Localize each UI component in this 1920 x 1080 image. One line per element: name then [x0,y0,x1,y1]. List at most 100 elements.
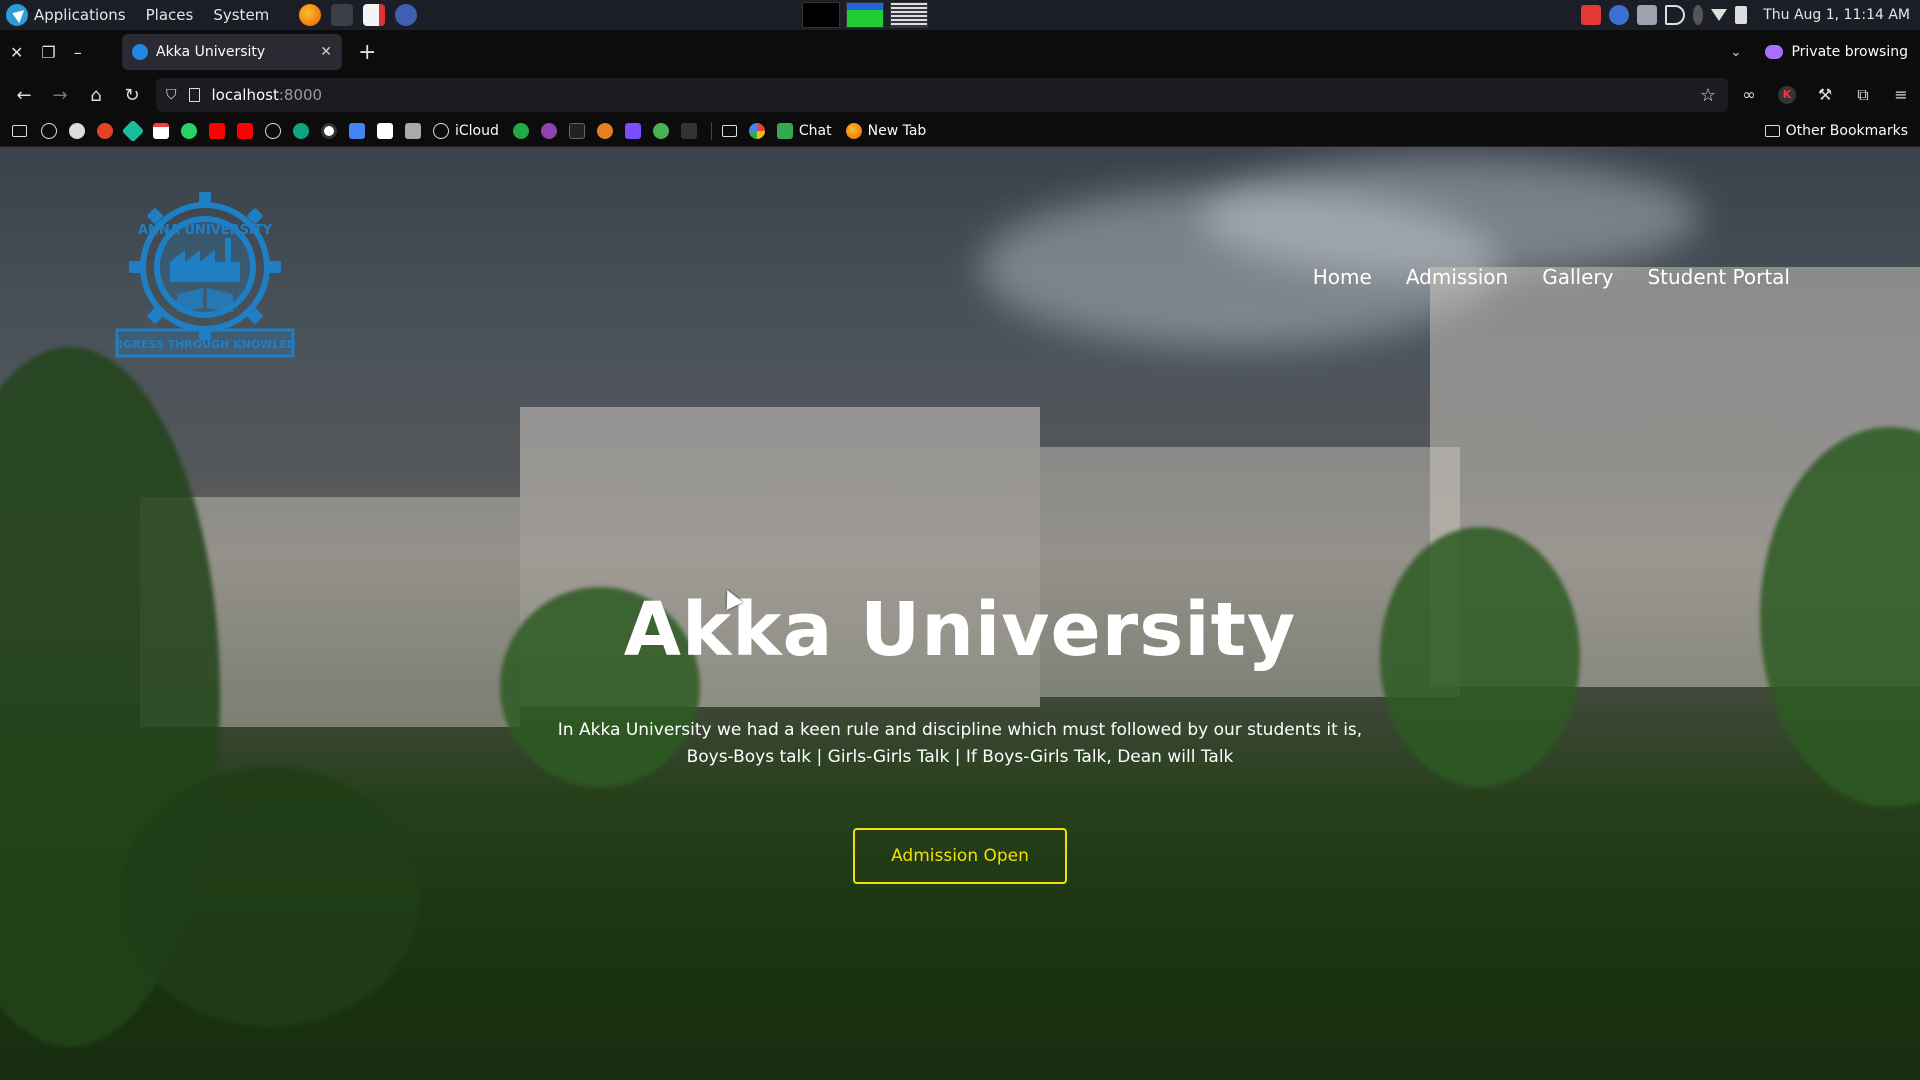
tracking-shield-icon[interactable]: ⛉ [166,87,177,103]
workspace-switcher[interactable] [802,2,928,28]
bluetooth-icon[interactable] [1693,5,1704,25]
bookmark-page-icon[interactable] [405,123,421,139]
bookmark-github-icon[interactable] [69,123,85,139]
url-host: localhost [211,86,279,104]
webpage-hero: ANNA UNIVERSITY PROGRESS THROUGH KNOWLED… [0,147,1920,1080]
bookmark-chat-label: Chat [798,123,832,139]
bookmark-purple-icon[interactable] [540,123,557,139]
firefox-launcher-icon[interactable] [299,4,322,26]
hero-subtitle: In Akka University we had a keen rule an… [0,717,1920,771]
other-bookmarks[interactable]: Other Bookmarks [1764,123,1908,139]
bg-palm [120,767,420,1027]
bookmark-folder-icon[interactable] [12,125,27,137]
workspace-2[interactable] [846,2,884,28]
bookmark-youtube-icon[interactable] [209,123,225,139]
applications-label: Applications [34,6,126,24]
bookmark-list-icon[interactable] [624,123,641,139]
nav-home-link[interactable]: Home [1313,265,1372,289]
private-browsing-indicator: Private browsing [1765,44,1908,60]
icloud-globe-icon [433,123,449,139]
admission-open-button[interactable]: Admission Open [853,828,1067,884]
reload-icon[interactable]: ↻ [114,85,150,106]
bookmark-openai-icon[interactable] [321,123,337,139]
university-logo[interactable]: ANNA UNIVERSITY PROGRESS THROUGH KNOWLED… [115,182,295,362]
extension-k-icon[interactable]: K [1778,86,1796,104]
hero-subtitle-line-2: Boys-Boys talk | Girls-Girls Talk | If B… [686,747,1234,767]
bookmark-icloud-label: iCloud [455,123,499,139]
logo-bottom-text: PROGRESS THROUGH KNOWLEDGE [115,338,295,351]
url-bar[interactable]: ⛉ localhost:8000 ☆ [156,78,1728,112]
close-window-icon[interactable]: ✕ [10,43,23,62]
bookmark-separator [710,122,712,140]
chat-icon [776,123,793,139]
back-icon[interactable]: ← [6,85,42,106]
battery-icon[interactable] [1735,6,1748,24]
nav-student-portal-link[interactable]: Student Portal [1647,265,1790,289]
bookmark-folder2-icon[interactable] [721,125,737,137]
nav-admission-link[interactable]: Admission [1406,265,1508,289]
bookmark-icloud[interactable]: iCloud [433,123,499,139]
bookmark-google-icon[interactable] [748,123,765,139]
private-mask-icon [1765,45,1784,59]
workspace-3[interactable] [890,2,928,28]
terminal-launcher-icon[interactable] [331,4,354,26]
window-controls: ✕ ❐ – [0,43,122,62]
site-nav: Home Admission Gallery Student Portal [1313,265,1790,289]
bookmark-play-icon[interactable] [680,123,697,139]
new-tab-icon[interactable]: + [358,40,376,65]
bookmark-plus-icon[interactable] [377,123,393,139]
other-bookmarks-folder-icon [1764,125,1780,137]
volume-icon[interactable] [1665,5,1686,25]
extensions-puzzle-icon[interactable]: ⧉ [1854,86,1872,104]
hero-subtitle-line-1: In Akka University we had a keen rule an… [557,720,1363,740]
home-icon[interactable]: ⌂ [78,85,114,106]
bookmark-new-tab[interactable]: New Tab [845,123,926,139]
nav-gallery-link[interactable]: Gallery [1542,265,1613,289]
bookmark-chat[interactable]: Chat [776,123,832,139]
firefox-icon [845,123,862,139]
bookmark-dark-icon[interactable] [568,123,585,139]
browser-tabbar: ✕ ❐ – Akka University ✕ + ⌄ Private brow… [0,30,1920,74]
bookmark-youtube2-icon[interactable] [237,123,253,139]
app-menu-icon[interactable]: ≡ [1892,86,1910,104]
applications-menu[interactable]: Applications [0,0,136,30]
tab-favicon-icon [132,44,148,60]
bookmark-flame-icon[interactable] [596,123,613,139]
bookmark-android-icon[interactable] [652,123,669,139]
bookmark-whatsapp-icon[interactable] [181,123,197,139]
list-all-tabs-icon[interactable]: ⌄ [1731,45,1742,60]
forward-icon[interactable]: → [42,85,78,106]
vscode-launcher-icon[interactable] [395,4,418,26]
system-menu[interactable]: System [203,0,279,30]
distro-logo-icon [6,4,28,26]
private-browsing-label: Private browsing [1791,44,1908,60]
minimize-window-icon[interactable]: – [74,43,82,62]
bookmark-docs-icon[interactable] [349,123,365,139]
tab-akka-university[interactable]: Akka University ✕ [122,34,342,70]
bookmark-gitlab-icon[interactable] [97,123,113,139]
system-tray: Thu Aug 1, 11:14 AM [1581,0,1920,30]
private-mask-toolbar-icon[interactable]: ∞ [1740,86,1758,104]
wrench-icon[interactable]: ⚒ [1816,86,1834,104]
app-launchers [299,4,418,26]
clock[interactable]: Thu Aug 1, 11:14 AM [1763,7,1910,23]
bookmark-star-icon[interactable]: ☆ [1700,85,1716,106]
tab-title: Akka University [156,44,266,60]
tab-close-icon[interactable]: ✕ [320,44,332,60]
bookmark-diamond-icon[interactable] [121,119,145,143]
workspace-1[interactable] [802,2,840,28]
anydesk-tray-icon[interactable] [1581,5,1602,25]
url-port: :8000 [278,86,323,104]
places-menu[interactable]: Places [136,0,204,30]
bookmark-gmail-icon[interactable] [153,123,169,139]
docker-tray-icon[interactable] [1637,5,1658,25]
bookmark-globe2-icon[interactable] [265,123,281,139]
app-tray-icon[interactable] [1609,5,1630,25]
wifi-icon[interactable] [1711,9,1728,21]
bookmark-green-icon[interactable] [512,123,529,139]
bookmark-globe-icon[interactable] [41,123,57,139]
page-info-icon[interactable] [188,88,200,102]
text-editor-launcher-icon[interactable] [363,4,386,26]
restore-window-icon[interactable]: ❐ [41,43,55,62]
bookmark-chatgpt-icon[interactable] [293,123,309,139]
